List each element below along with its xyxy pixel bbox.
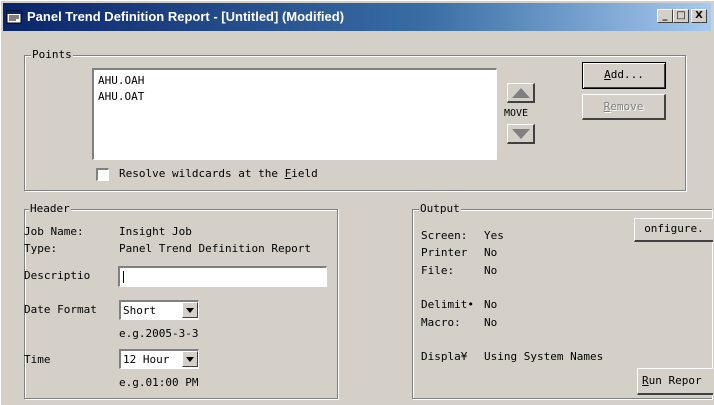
title-bar[interactable]: Panel Trend Definition Report - [Untitle… [3,3,711,31]
date-format-dropdown-button[interactable] [182,302,198,318]
chevron-down-icon [186,308,194,313]
printer-label: Printer [421,246,468,259]
printer-value: No [484,246,498,259]
screen-value: Yes [484,229,504,242]
date-format-label: Date Format [24,303,97,316]
wildcards-text-end: ield [291,167,318,180]
job-name-label: Job Name: [24,225,84,238]
remove-button[interactable]: Remove [582,94,666,120]
time-label: Time [24,353,51,366]
description-label: Descriptio [24,269,91,282]
time-format-dropdown-button[interactable] [182,351,198,367]
date-format-value: Short [123,304,157,317]
triangle-up-icon [512,88,530,98]
time-format-value: 12 Hour [123,353,170,366]
close-button[interactable]: X [691,9,707,23]
file-value: No [484,264,498,277]
output-legend: Output [419,202,461,215]
chevron-down-icon [186,357,194,362]
display-label: Displa¥ [421,350,468,363]
file-label: File: [421,264,455,277]
maximize-button[interactable]: □ [673,9,689,23]
resolve-wildcards-checkbox[interactable] [96,168,109,181]
run-accel: R [642,374,649,387]
type-label: Type: [24,242,58,255]
configure-label: onfigure. [644,222,704,235]
add-label: dd... [610,68,644,81]
minimize-button[interactable]: _ [657,9,673,23]
description-input[interactable] [118,266,327,287]
remove-label: emove [610,100,644,113]
configure-button[interactable]: onfigure. [634,218,713,242]
window-title: Panel Trend Definition Report - [Untitle… [27,9,345,24]
add-button[interactable]: Add... [582,62,666,89]
run-label: un Repor [648,374,702,387]
date-format-select[interactable]: Short [119,300,199,320]
screen-label: Screen: [421,229,468,242]
time-format-select[interactable]: 12 Hour [119,349,199,369]
macro-value: No [484,316,498,329]
delimit-label: Delimit• [421,298,474,311]
macro-label: Macro: [421,316,461,329]
time-example: e.g.01:00 PM [119,376,199,389]
wildcards-text: Resolve wildcards at the [119,167,285,180]
points-legend: Points [31,48,73,61]
resolve-wildcards-label[interactable]: Resolve wildcards at the Field [119,167,318,180]
move-down-button[interactable] [507,124,535,144]
delimit-value: No [484,298,498,311]
display-value: Using System Names [484,350,604,363]
list-item[interactable]: AHU.OAT [98,90,144,103]
triangle-down-icon [512,129,530,139]
type-value: Panel Trend Definition Report [119,242,312,255]
points-listbox[interactable]: AHU.OAH AHU.OAT [92,68,497,160]
move-label: MOVE [504,108,529,119]
job-name-value: Insight Job [119,225,192,238]
report-window: Panel Trend Definition Report - [Untitle… [0,0,714,405]
date-example: e.g.2005-3-3 [119,327,199,340]
add-accel: A [604,68,611,81]
list-item[interactable]: AHU.OAH [98,74,144,87]
report-app-icon[interactable] [6,9,22,24]
run-report-button[interactable]: Run Repor [637,368,713,395]
text-caret [123,271,124,283]
header-legend: Header [29,202,71,215]
move-up-button[interactable] [507,83,535,103]
